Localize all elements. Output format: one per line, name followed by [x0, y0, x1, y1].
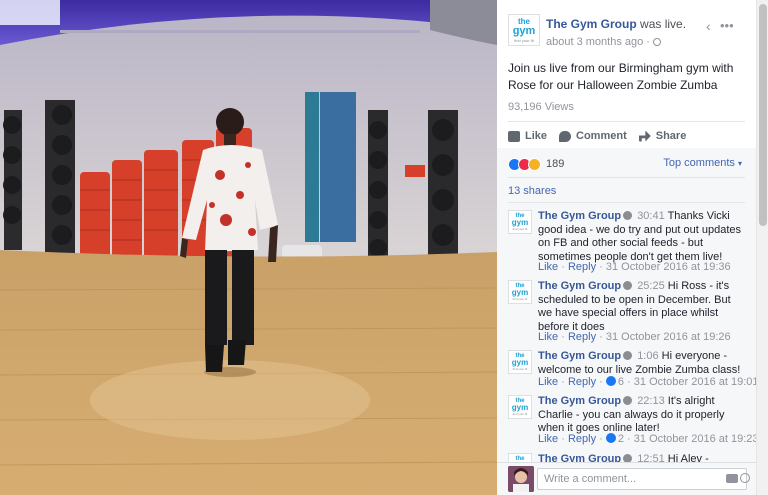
view-count: 93,196 Views [508, 101, 574, 113]
comment-actions: Like · Reply · 6 · 31 October 2016 at 19… [538, 376, 756, 388]
share-button[interactable]: Share [638, 128, 686, 144]
post-header: the gym find your fit The Gym Group was … [508, 14, 748, 50]
gym-studio-scene [0, 0, 497, 495]
comment-reaction-count[interactable]: 2 [618, 433, 624, 445]
verified-badge-icon [623, 281, 633, 290]
thumbs-up-icon [508, 130, 520, 142]
comment-date[interactable]: 31 October 2016 at 19:23 [634, 433, 756, 445]
comment-date[interactable]: 31 October 2016 at 19:36 [606, 261, 731, 273]
comment-composer: Write a comment... [497, 462, 756, 495]
comment-body: The Gym Group 30:41 Thanks Vicki good id… [538, 210, 744, 264]
post-author-line: The Gym Group was live. [546, 17, 686, 31]
comment-author[interactable]: The Gym Group [538, 395, 621, 407]
comment-like-link[interactable]: Like [538, 261, 558, 273]
commenter-avatar[interactable]: the gym find your fit [508, 210, 532, 234]
reaction-summary[interactable]: 189 [508, 156, 564, 172]
user-avatar[interactable] [508, 466, 534, 492]
share-arrow-icon [638, 130, 651, 142]
comment-body: The Gym Group 1:06 Hi everyone - welcome… [538, 350, 744, 377]
comment-body: The Gym Group 25:25 Hi Ross - it's sched… [538, 280, 744, 334]
comment-timestamp[interactable]: 25:25 [637, 280, 665, 292]
post-actions: Like Comment Share [508, 128, 748, 144]
post-status-text: was live. [640, 17, 687, 31]
comment-body: The Gym Group 22:13 It's alright Charlie… [538, 395, 744, 436]
emoji-icon[interactable] [740, 473, 750, 483]
camera-icon[interactable] [726, 474, 738, 483]
commenter-avatar[interactable]: the gym find your fit [508, 280, 532, 304]
live-video-player[interactable] [0, 0, 497, 495]
verified-badge-icon [623, 396, 633, 405]
comment-reply-link[interactable]: Reply [568, 261, 596, 273]
like-button[interactable]: Like [508, 128, 547, 144]
comment-sort-dropdown[interactable]: Top comments ▾ [663, 157, 742, 169]
comment-actions: Like · Reply · 31 October 2016 at 19:36 [538, 261, 731, 273]
user-avatar-image [508, 466, 534, 492]
commenter-avatar[interactable]: the gym find your fit [508, 350, 532, 374]
comment-like-link[interactable]: Like [538, 376, 558, 388]
comment-timestamp[interactable]: 30:41 [637, 210, 665, 222]
panel-scrollbar[interactable] [756, 0, 768, 495]
comment-actions: Like · Reply · 2 · 31 October 2016 at 19… [538, 433, 756, 445]
comment-timestamp[interactable]: 1:06 [637, 350, 658, 362]
divider [508, 177, 745, 178]
post-side-panel: the gym find your fit The Gym Group was … [497, 0, 756, 495]
comment-bubble-icon [559, 130, 572, 142]
divider [508, 121, 745, 122]
comment-like-link[interactable]: Like [538, 331, 558, 343]
post-time-link[interactable]: about 3 months ago · [546, 36, 650, 48]
back-chevron-icon[interactable]: ‹ [706, 18, 711, 34]
comment-input[interactable]: Write a comment... [537, 468, 747, 490]
divider [508, 202, 745, 203]
caret-down-icon: ▾ [737, 159, 742, 168]
shares-link[interactable]: 13 shares [508, 185, 556, 197]
page-name-link[interactable]: The Gym Group [546, 17, 637, 31]
post-meta: about 3 months ago · [546, 36, 661, 48]
comment-reply-link[interactable]: Reply [568, 376, 596, 388]
comment-actions: Like · Reply · 31 October 2016 at 19:26 [538, 331, 731, 343]
verified-badge-icon [623, 351, 633, 360]
reaction-count: 189 [546, 158, 565, 170]
comment-author[interactable]: The Gym Group [538, 350, 621, 362]
comment-timestamp[interactable]: 22:13 [637, 395, 665, 407]
gym-logo[interactable]: the gym find your fit [508, 14, 540, 46]
comment-reply-link[interactable]: Reply [568, 433, 596, 445]
like-reaction-icon [605, 433, 616, 443]
more-dots-icon[interactable]: ••• [720, 18, 734, 33]
comment-author[interactable]: The Gym Group [538, 280, 621, 292]
globe-icon [652, 38, 661, 46]
post-message: Join us live from our Birmingham gym wit… [508, 61, 734, 92]
commenter-avatar[interactable]: the gym find your fit [508, 395, 532, 419]
scrollbar-thumb[interactable] [759, 4, 767, 226]
comment-date[interactable]: 31 October 2016 at 19:26 [606, 331, 731, 343]
comment-reply-link[interactable]: Reply [568, 331, 596, 343]
like-reaction-icon [605, 376, 616, 386]
comment-author[interactable]: The Gym Group [538, 210, 621, 222]
comment-date[interactable]: 31 October 2016 at 19:01 [634, 376, 756, 388]
comment-button[interactable]: Comment [559, 128, 627, 144]
comment-like-link[interactable]: Like [538, 433, 558, 445]
verified-badge-icon [623, 211, 633, 220]
haha-reaction-icon [528, 157, 541, 171]
comment-reaction-count[interactable]: 6 [618, 376, 624, 388]
